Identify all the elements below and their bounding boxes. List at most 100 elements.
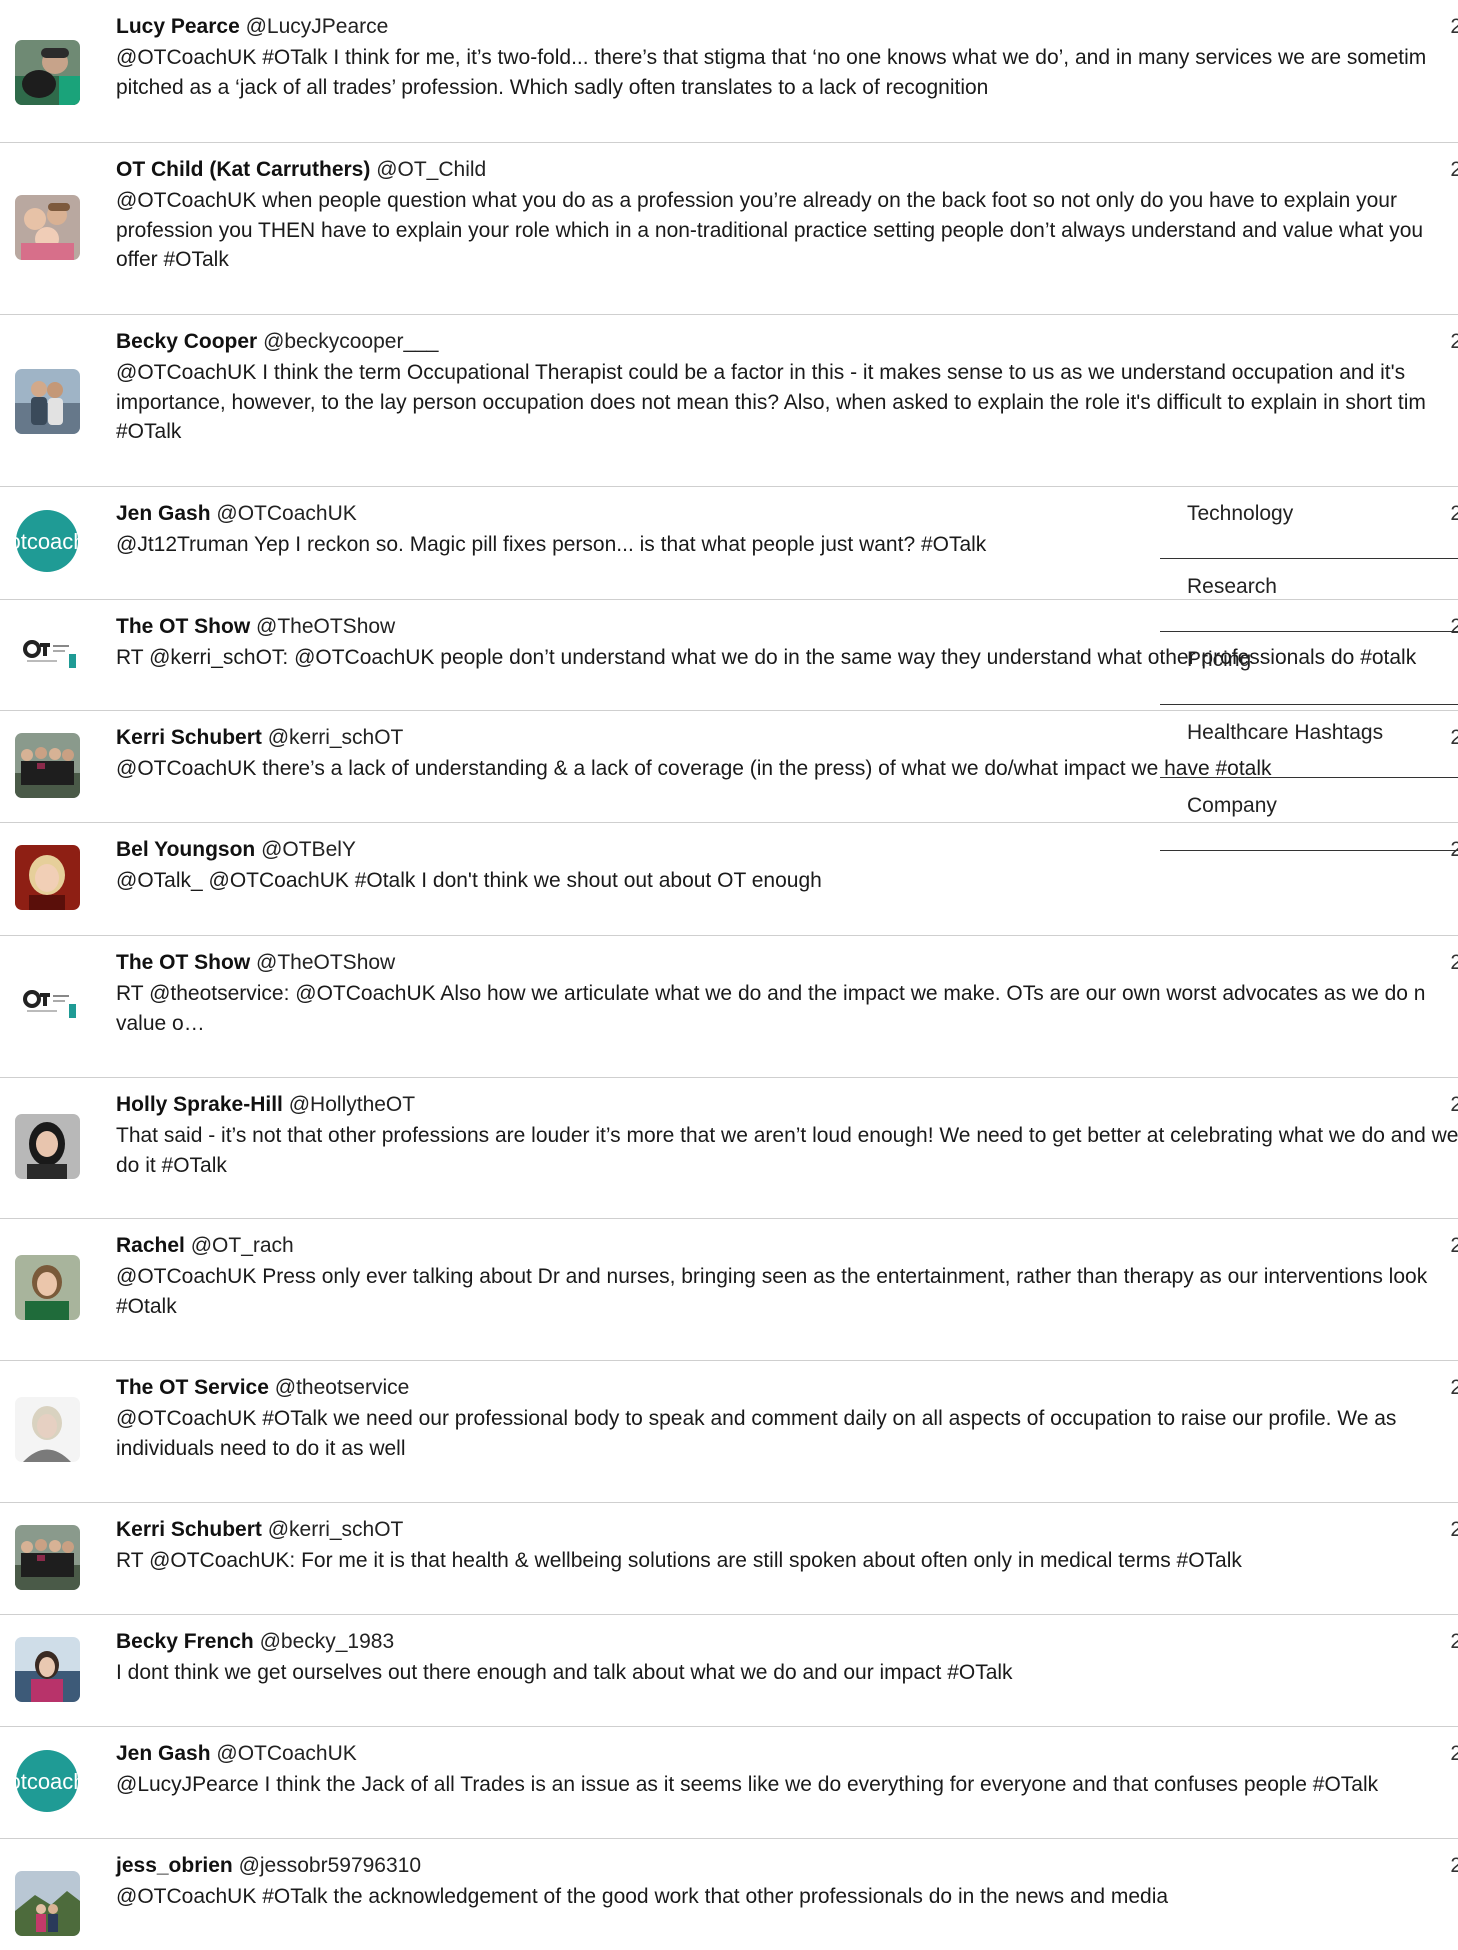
author-handle[interactable]: @theotservice <box>275 1376 410 1399</box>
tweet-header: Bel Youngson @OTBelY <box>116 837 356 863</box>
author-name[interactable]: Kerri Schubert <box>116 726 262 749</box>
tweet: jess_obrien @jessobr59796310 2 @OTCoachU… <box>0 1839 1458 1950</box>
tweet: Lucy Pearce @LucyJPearce 2 @OTCoachUK #O… <box>0 0 1458 143</box>
photo-avatar-woman-red-icon <box>15 845 80 910</box>
user-avatar[interactable]: otcoach <box>15 1749 80 1814</box>
user-avatar[interactable] <box>15 1114 80 1179</box>
menu-item-company[interactable]: Company <box>1160 778 1458 851</box>
tweet-header: Holly Sprake-Hill @HollytheOT <box>116 1092 415 1118</box>
user-avatar[interactable] <box>15 1525 80 1590</box>
tweet-text: RT @OTCoachUK: For me it is that health … <box>116 1549 1242 1572</box>
tweet-timestamp[interactable]: 2 <box>1450 157 1458 183</box>
author-handle[interactable]: @OT_Child <box>376 158 486 181</box>
author-name[interactable]: Holly Sprake-Hill <box>116 1093 283 1116</box>
photo-avatar-family-icon <box>15 195 80 260</box>
user-avatar[interactable] <box>15 1637 80 1702</box>
menu-item-label: Technology <box>1187 502 1294 525</box>
tweet-timestamp[interactable]: 2 <box>1450 1233 1458 1259</box>
author-name[interactable]: Becky Cooper <box>116 330 257 353</box>
author-handle[interactable]: @jessobr59796310 <box>239 1854 421 1877</box>
tweet-text: @OTalk_ @OTCoachUK #Otalk I don't think … <box>116 869 822 892</box>
user-avatar[interactable] <box>15 622 80 687</box>
author-name[interactable]: Lucy Pearce <box>116 15 240 38</box>
tweet-text: @OTCoachUK when people question what you… <box>116 189 1424 271</box>
author-handle[interactable]: @OTCoachUK <box>216 502 356 525</box>
author-handle[interactable]: @OT_rach <box>191 1234 294 1257</box>
author-handle[interactable]: @TheOTShow <box>256 615 395 638</box>
tweet-timestamp[interactable]: 2 <box>1450 950 1458 976</box>
tweet-timestamp[interactable]: 2 <box>1450 1853 1458 1879</box>
tweet: otcoach Jen Gash @OTCoachUK 2 @LucyJPear… <box>0 1727 1458 1839</box>
tweet-timestamp[interactable]: 2 <box>1450 1741 1458 1767</box>
tweet-header: Lucy Pearce @LucyJPearce <box>116 14 388 40</box>
tweet-header: The OT Show @TheOTShow <box>116 950 395 976</box>
author-handle[interactable]: @kerri_schOT <box>268 726 404 749</box>
tweet-text: @OTCoachUK #OTalk the acknowledgement of… <box>116 1885 1169 1908</box>
user-avatar[interactable] <box>15 972 80 1037</box>
tweet-header: Jen Gash @OTCoachUK <box>116 501 357 527</box>
tweet-timestamp[interactable]: 2 <box>1450 14 1458 40</box>
menu-item-research[interactable]: Research <box>1160 559 1458 632</box>
tweet-text: RT @theotservice: @OTCoachUK Also how we… <box>116 982 1426 1035</box>
ot-show-logo-icon <box>15 972 80 1037</box>
tweet-timestamp[interactable]: 2 <box>1450 1517 1458 1543</box>
author-handle[interactable]: @OTBelY <box>261 838 356 861</box>
otcoach-logo-icon: otcoach <box>15 509 80 574</box>
user-avatar[interactable]: otcoach <box>15 509 80 574</box>
menu-item-healthcare-hashtags[interactable]: Healthcare Hashtags <box>1160 705 1458 778</box>
author-name[interactable]: Becky French <box>116 1630 254 1653</box>
photo-avatar-woman-grey-icon <box>15 1397 80 1462</box>
user-avatar[interactable] <box>15 733 80 798</box>
author-name[interactable]: The OT Show <box>116 615 250 638</box>
tweet-text: That said - it’s not that other professi… <box>116 1124 1458 1177</box>
author-name[interactable]: Bel Youngson <box>116 838 255 861</box>
user-avatar[interactable] <box>15 845 80 910</box>
user-avatar[interactable] <box>15 195 80 260</box>
photo-avatar-couple-icon <box>15 369 80 434</box>
tweet-header: Rachel @OT_rach <box>116 1233 294 1259</box>
otcoach-logo-text: otcoach <box>15 1769 80 1794</box>
menu-item-label: Pricing <box>1187 648 1252 671</box>
user-avatar[interactable] <box>15 369 80 434</box>
menu-item-pricing[interactable]: Pricing <box>1160 632 1458 705</box>
author-handle[interactable]: @OTCoachUK <box>216 1742 356 1765</box>
author-name[interactable]: Jen Gash <box>116 502 211 525</box>
author-handle[interactable]: @kerri_schOT <box>268 1518 404 1541</box>
photo-avatar-woman-green-icon <box>15 1255 80 1320</box>
author-name[interactable]: OT Child (Kat Carruthers) <box>116 158 370 181</box>
author-name[interactable]: Rachel <box>116 1234 185 1257</box>
author-name[interactable]: Kerri Schubert <box>116 1518 262 1541</box>
tweet-header: Kerri Schubert @kerri_schOT <box>116 1517 403 1543</box>
tweet-header: The OT Service @theotservice <box>116 1375 409 1401</box>
author-handle[interactable]: @TheOTShow <box>256 951 395 974</box>
author-handle[interactable]: @LucyJPearce <box>246 15 389 38</box>
author-name[interactable]: The OT Service <box>116 1376 269 1399</box>
author-handle[interactable]: @becky_1983 <box>260 1630 395 1653</box>
menu-item-label: Research <box>1187 575 1277 598</box>
tweet-timestamp[interactable]: 2 <box>1450 1092 1458 1118</box>
dropdown-menu: Technology Research Pricing Healthcare H… <box>1160 486 1458 851</box>
menu-item-label: Healthcare Hashtags <box>1187 721 1384 744</box>
user-avatar[interactable] <box>15 40 80 105</box>
tweet-timestamp[interactable]: 2 <box>1450 1629 1458 1655</box>
author-name[interactable]: The OT Show <box>116 951 250 974</box>
author-name[interactable]: jess_obrien <box>116 1854 233 1877</box>
author-handle[interactable]: @beckycooper___ <box>263 330 438 353</box>
user-avatar[interactable] <box>15 1255 80 1320</box>
tweet-text: @LucyJPearce I think the Jack of all Tra… <box>116 1773 1379 1796</box>
author-name[interactable]: Jen Gash <box>116 1742 211 1765</box>
tweet: Rachel @OT_rach 2 @OTCoachUK Press only … <box>0 1219 1458 1361</box>
photo-avatar-group-icon <box>15 733 80 798</box>
menu-item-label: Company <box>1187 794 1277 817</box>
tweet-header: The OT Show @TheOTShow <box>116 614 395 640</box>
tweet-timestamp[interactable]: 2 <box>1450 1375 1458 1401</box>
tweet-text: @OTCoachUK I think the term Occupational… <box>116 361 1426 443</box>
user-avatar[interactable] <box>15 1871 80 1936</box>
tweet: Becky French @becky_1983 2 I dont think … <box>0 1615 1458 1727</box>
user-avatar[interactable] <box>15 1397 80 1462</box>
author-handle[interactable]: @HollytheOT <box>289 1093 415 1116</box>
tweet: The OT Service @theotservice 2 @OTCoachU… <box>0 1361 1458 1503</box>
tweet-text: I dont think we get ourselves out there … <box>116 1661 1013 1684</box>
menu-item-technology[interactable]: Technology <box>1160 486 1458 559</box>
tweet-timestamp[interactable]: 2 <box>1450 329 1458 355</box>
